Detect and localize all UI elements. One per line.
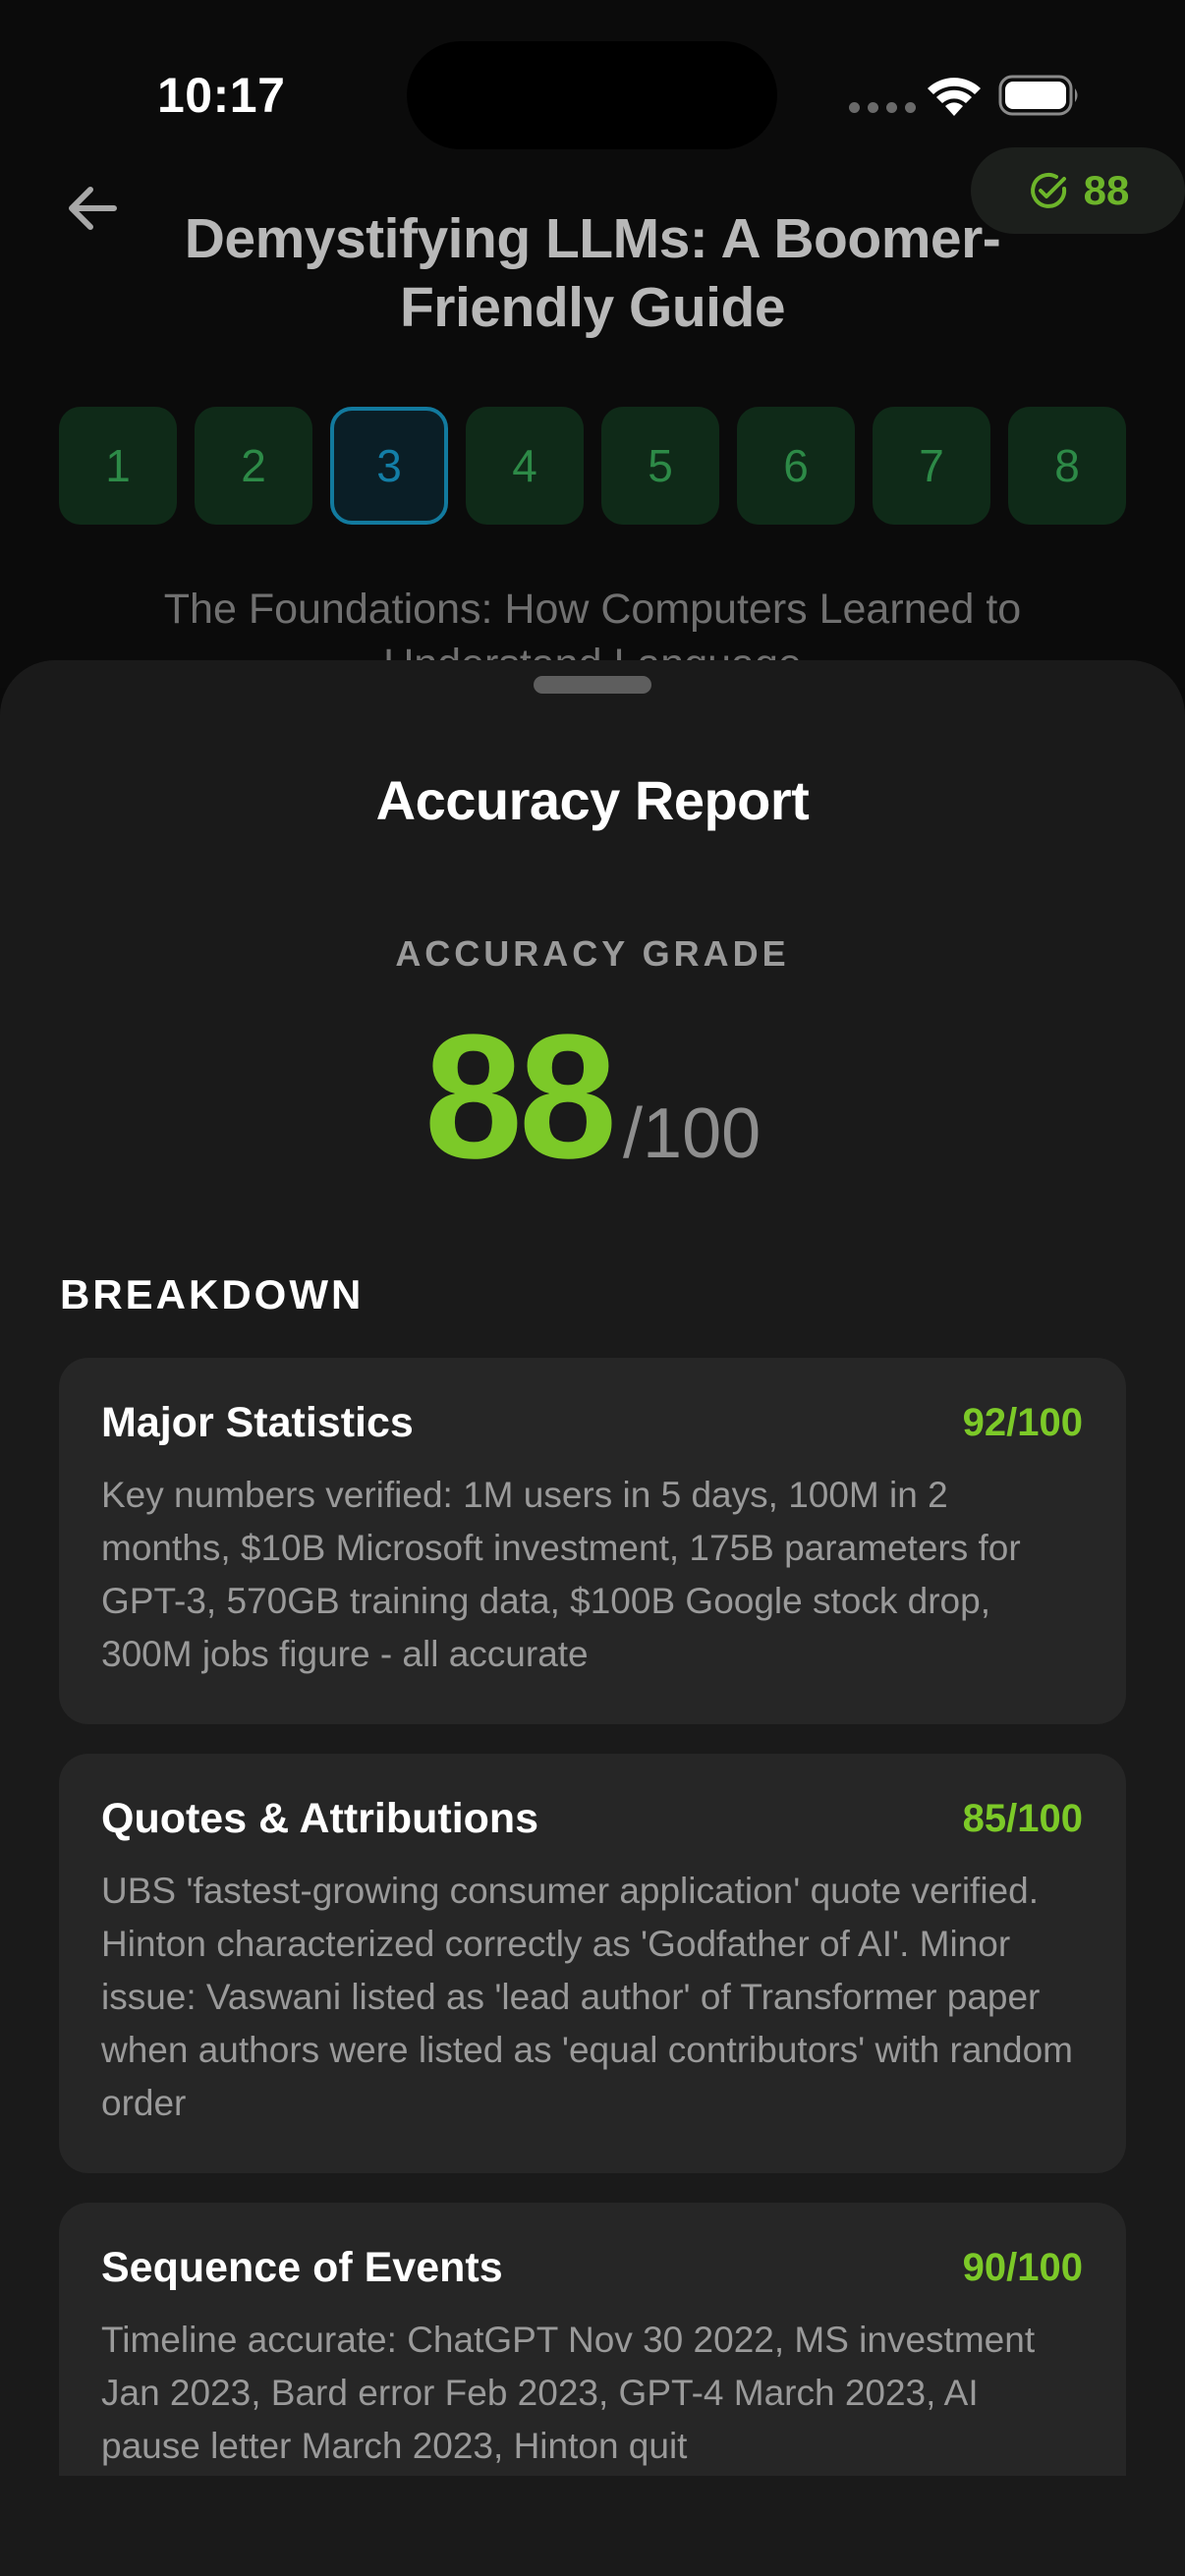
breakdown-card: Major Statistics 92/100 Key numbers veri… bbox=[59, 1358, 1126, 1724]
battery-icon bbox=[998, 75, 1078, 116]
check-circle-icon bbox=[1030, 173, 1066, 208]
accuracy-report-sheet: Accuracy Report ACCURACY GRADE 88 /100 B… bbox=[0, 660, 1185, 2576]
card-score: 90/100 bbox=[962, 2246, 1083, 2289]
card-title: Major Statistics bbox=[101, 1399, 414, 1446]
card-description: UBS 'fastest-growing consumer applicatio… bbox=[101, 1871, 1073, 2123]
chapter-tab-5[interactable]: 5 bbox=[601, 407, 719, 525]
background-page: 10:17 88 Demystifying LLMs: A Boomer-Fri… bbox=[0, 0, 1185, 688]
grade-value: 88 bbox=[423, 998, 617, 1196]
chapter-tab-8[interactable]: 8 bbox=[1008, 407, 1126, 525]
chapter-tab-7[interactable]: 7 bbox=[873, 407, 990, 525]
chapter-tabs: 1 2 3 4 5 6 7 8 bbox=[59, 407, 1126, 525]
back-arrow-icon[interactable] bbox=[61, 177, 124, 240]
chapter-tab-4[interactable]: 4 bbox=[466, 407, 584, 525]
sheet-bottom-area bbox=[0, 2476, 1185, 2576]
card-score: 85/100 bbox=[962, 1797, 1083, 1840]
cellular-signal-icon bbox=[849, 102, 916, 113]
grade-display: 88 /100 bbox=[0, 998, 1185, 1196]
chapter-tab-3[interactable]: 3 bbox=[330, 407, 448, 525]
breakdown-label: BREAKDOWN bbox=[60, 1271, 365, 1317]
chapter-tab-1[interactable]: 1 bbox=[59, 407, 177, 525]
card-score: 92/100 bbox=[962, 1401, 1083, 1444]
card-description: Key numbers verified: 1M users in 5 days… bbox=[101, 1475, 1021, 1674]
card-title: Sequence of Events bbox=[101, 2244, 503, 2291]
chapter-tab-2[interactable]: 2 bbox=[195, 407, 312, 525]
card-title: Quotes & Attributions bbox=[101, 1795, 539, 1842]
breakdown-list: Major Statistics 92/100 Key numbers veri… bbox=[59, 1358, 1126, 2546]
chapter-subtitle: The Foundations: How Computers Learned t… bbox=[163, 586, 1022, 670]
sheet-title: Accuracy Report bbox=[375, 769, 810, 831]
score-badge-value: 88 bbox=[1083, 167, 1130, 213]
card-description: Timeline accurate: ChatGPT Nov 30 2022, … bbox=[101, 2320, 1036, 2466]
status-bar-time: 10:17 bbox=[157, 68, 286, 123]
document-title: Demystifying LLMs: A Boomer-Friendly Gui… bbox=[184, 207, 1001, 339]
wifi-icon bbox=[928, 78, 981, 116]
sheet-grabber[interactable] bbox=[534, 676, 651, 694]
chapter-tab-6[interactable]: 6 bbox=[737, 407, 855, 525]
grade-label: ACCURACY GRADE bbox=[395, 933, 790, 974]
breakdown-card: Sequence of Events 90/100 Timeline accur… bbox=[59, 2203, 1126, 2516]
grade-max: /100 bbox=[623, 1094, 762, 1173]
breakdown-card: Quotes & Attributions 85/100 UBS 'fastes… bbox=[59, 1754, 1126, 2173]
dynamic-island bbox=[407, 41, 777, 149]
